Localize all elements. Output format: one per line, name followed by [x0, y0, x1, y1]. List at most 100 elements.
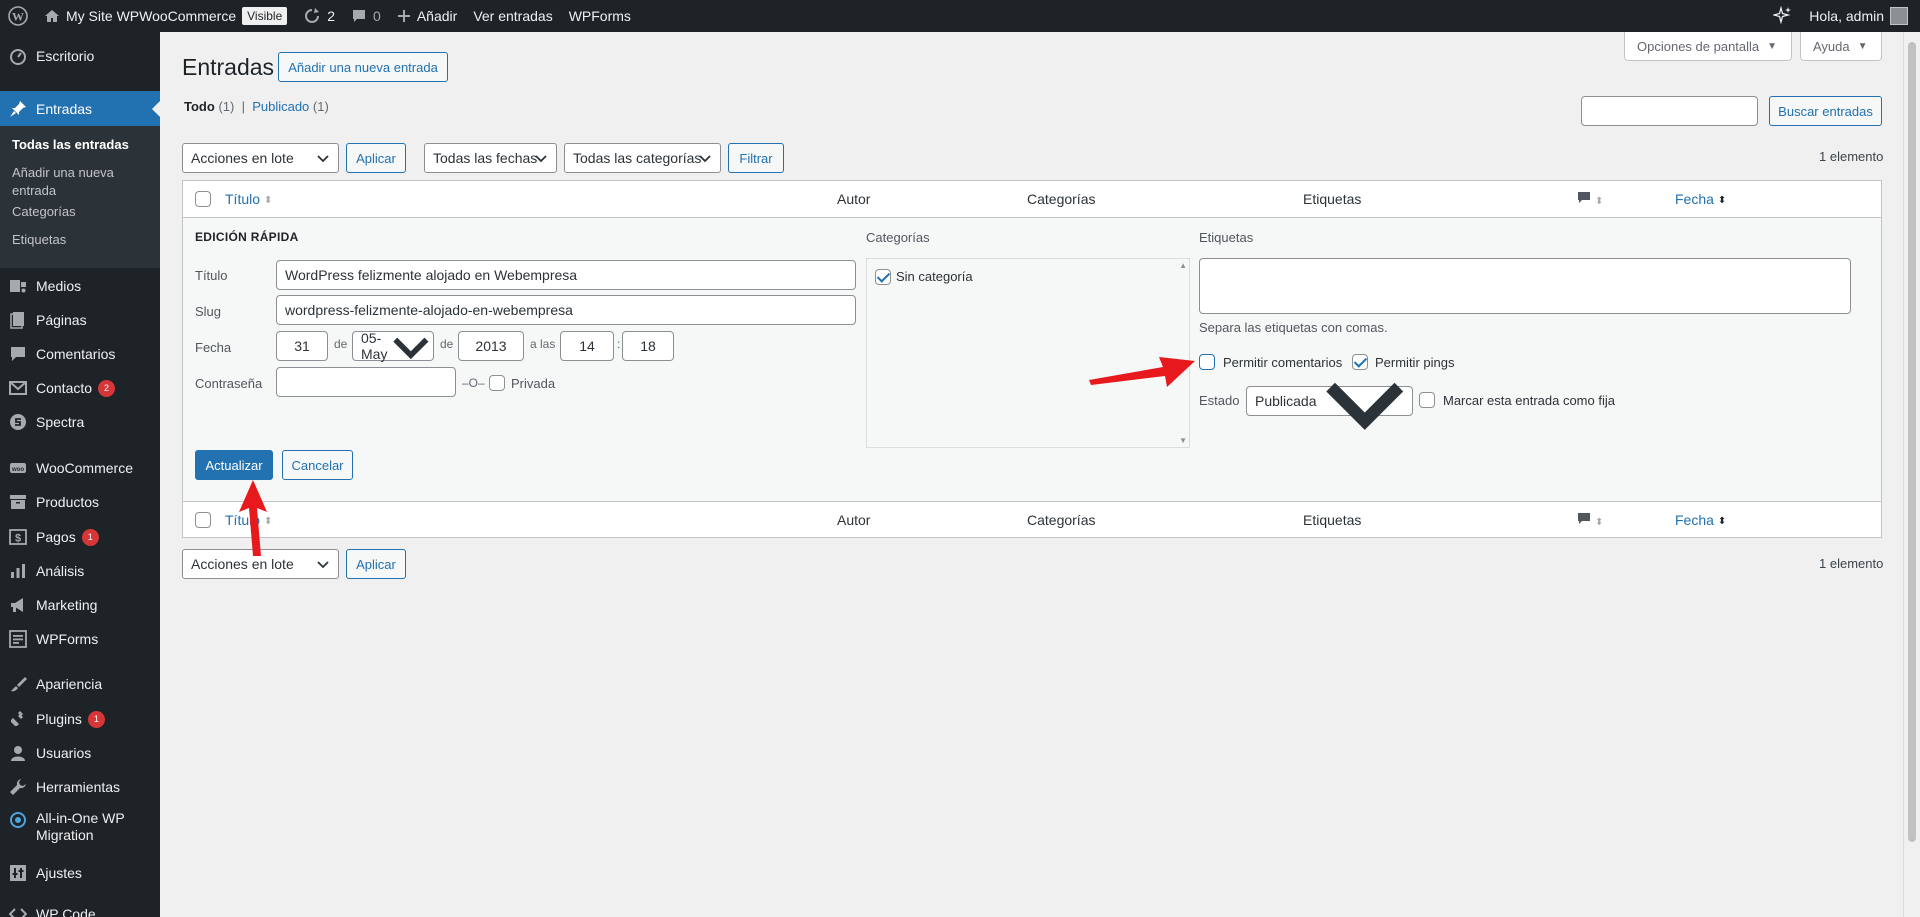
apply-button[interactable]: Aplicar — [346, 143, 406, 173]
wpforms-link[interactable]: WPForms — [561, 0, 639, 32]
minute-input[interactable]: 18 — [622, 331, 674, 361]
sidebar-item-appearance[interactable]: Apariencia — [0, 672, 160, 696]
sidebar-item-media[interactable]: Medios — [0, 274, 160, 298]
apply-button-bottom[interactable]: Aplicar — [346, 549, 406, 579]
scrollbar[interactable] — [1903, 32, 1920, 917]
scrollbar-thumb[interactable] — [1908, 42, 1916, 842]
password-input[interactable] — [276, 367, 456, 397]
filter-button[interactable]: Filtrar — [728, 143, 784, 173]
submenu-tags[interactable]: Etiquetas — [12, 231, 152, 249]
sidebar-item-wpforms[interactable]: WPForms — [0, 627, 160, 651]
submenu-add-new[interactable]: Añadir una nueva entrada — [12, 164, 122, 200]
greeting: Hola, admin — [1809, 8, 1884, 24]
sidebar-item-users[interactable]: Usuarios — [0, 741, 160, 765]
annotation-arrow-comments — [1089, 357, 1195, 387]
search-input[interactable] — [1581, 96, 1758, 126]
items-count: 1 elemento — [1819, 149, 1884, 164]
updates-link[interactable]: 2 — [295, 0, 343, 32]
sidebar-item-payments[interactable]: $ Pagos 1 — [0, 525, 160, 549]
screen-options-button[interactable]: Opciones de pantalla ▼ — [1624, 32, 1792, 61]
site-name: My Site WPWooCommerce — [66, 8, 237, 24]
sticky-checkbox[interactable] — [1419, 392, 1435, 408]
main-content: Opciones de pantalla ▼ Ayuda ▼ Entradas … — [160, 32, 1900, 917]
sidebar-item-comments[interactable]: Comentarios — [0, 342, 160, 366]
posts-table: Título ⬍ Autor Categorías Etiquetas ⬍ Fec… — [182, 180, 1882, 538]
posts-submenu: Todas las entradas Añadir una nueva entr… — [0, 126, 160, 268]
date-de-1: de — [334, 337, 348, 351]
day-input[interactable]: 31 — [276, 331, 328, 361]
sidebar-item-more[interactable]: WP Code — [0, 902, 160, 917]
category-label: Sin categoría — [896, 269, 973, 284]
scroll-up-icon[interactable]: ▲ — [1179, 261, 1187, 270]
sidebar-item-marketing[interactable]: Marketing — [0, 593, 160, 617]
hour-input[interactable]: 14 — [560, 331, 614, 361]
column-author-footer: Autor — [837, 512, 871, 528]
archive-box-icon — [8, 492, 28, 512]
add-new-post-button[interactable]: Añadir una nueva entrada — [278, 52, 448, 82]
caret-down-icon: ▼ — [1857, 40, 1868, 52]
month-select[interactable]: 05-May — [352, 330, 434, 362]
column-categories: Categorías — [1027, 191, 1096, 207]
cancel-button[interactable]: Cancelar — [282, 450, 353, 480]
password-label: Contraseña — [195, 376, 263, 391]
wordpress-logo-icon[interactable]: W — [0, 0, 36, 32]
category-filter-select[interactable]: Todas las categorías — [564, 143, 721, 173]
site-name-link[interactable]: My Site WPWooCommerce Visible — [36, 0, 295, 32]
help-button[interactable]: Ayuda ▼ — [1800, 32, 1882, 61]
title-input[interactable]: WordPress felizmente alojado en Webempre… — [276, 260, 856, 290]
sidebar-item-pages[interactable]: Páginas — [0, 308, 160, 332]
comments-link[interactable]: 0 — [343, 0, 389, 32]
view-all[interactable]: Todo — [184, 99, 215, 114]
ai-sparkle-icon[interactable] — [1765, 0, 1801, 32]
sidebar-item-posts[interactable]: Entradas — [0, 91, 160, 126]
sidebar-item-plugins[interactable]: Plugins 1 — [0, 707, 160, 731]
search-posts-button[interactable]: Buscar entradas — [1769, 96, 1882, 126]
status-label: Estado — [1199, 393, 1240, 408]
column-date-footer[interactable]: Fecha ⬍ — [1675, 512, 1726, 528]
date-label: Fecha — [195, 340, 232, 355]
my-account-link[interactable]: Hola, admin — [1801, 0, 1920, 32]
sidebar-item-woocommerce[interactable]: woo WooCommerce — [0, 456, 160, 480]
sidebar-item-spectra[interactable]: Spectra — [0, 410, 160, 434]
sidebar-item-label: Contacto — [36, 380, 93, 396]
tags-textarea[interactable] — [1199, 258, 1851, 314]
chevron-down-icon — [393, 337, 429, 360]
sidebar-item-contact[interactable]: Contacto 2 — [0, 376, 160, 400]
view-published[interactable]: Publicado — [252, 99, 309, 114]
column-comments[interactable]: ⬍ — [1577, 191, 1603, 208]
sort-desc-icon: ⬍ — [1717, 194, 1727, 206]
bulk-actions-select[interactable]: Acciones en lote — [182, 143, 339, 173]
time-colon: : — [617, 337, 621, 351]
column-date[interactable]: Fecha ⬍ — [1675, 191, 1726, 207]
submenu-categories[interactable]: Categorías — [12, 203, 152, 221]
status-select[interactable]: Publicada — [1246, 383, 1413, 431]
sidebar-item-products[interactable]: Productos — [0, 490, 160, 514]
view-posts-link[interactable]: Ver entradas — [465, 0, 560, 32]
column-title[interactable]: Título ⬍ — [225, 191, 272, 207]
year-input[interactable]: 2013 — [458, 331, 524, 361]
column-author: Autor — [837, 191, 871, 207]
date-filter-select[interactable]: Todas las fechas — [424, 143, 557, 173]
sidebar-item-label: All-in-One WP Migration — [36, 810, 125, 843]
page-title: Entradas — [182, 54, 275, 80]
update-button[interactable]: Actualizar — [195, 450, 273, 480]
tags-hint: Separa las etiquetas con comas. — [1199, 320, 1388, 335]
select-all-checkbox-footer[interactable] — [195, 512, 211, 528]
category-checkbox[interactable] — [875, 269, 891, 285]
screen-options-label: Opciones de pantalla — [1637, 38, 1760, 54]
private-checkbox[interactable] — [489, 375, 505, 391]
sidebar-item-settings[interactable]: Ajustes — [0, 861, 160, 885]
scroll-down-icon[interactable]: ▼ — [1179, 436, 1187, 445]
sidebar-item-dashboard[interactable]: Escritorio — [0, 44, 160, 68]
sidebar-item-tools[interactable]: Herramientas — [0, 775, 160, 799]
chevron-down-icon — [699, 155, 711, 163]
column-comments-footer[interactable]: ⬍ — [1577, 512, 1603, 529]
new-content-link[interactable]: Añadir — [389, 0, 465, 32]
paintbrush-icon — [8, 674, 28, 694]
select-all-checkbox[interactable] — [195, 191, 211, 207]
submenu-all-posts[interactable]: Todas las entradas — [12, 136, 152, 154]
slug-input[interactable]: wordpress-felizmente-alojado-en-webempre… — [276, 295, 856, 325]
sidebar-item-analytics[interactable]: Análisis — [0, 559, 160, 583]
sidebar-item-label: Herramientas — [36, 779, 121, 795]
sidebar-item-migration[interactable]: All-in-One WP Migration — [0, 810, 160, 848]
